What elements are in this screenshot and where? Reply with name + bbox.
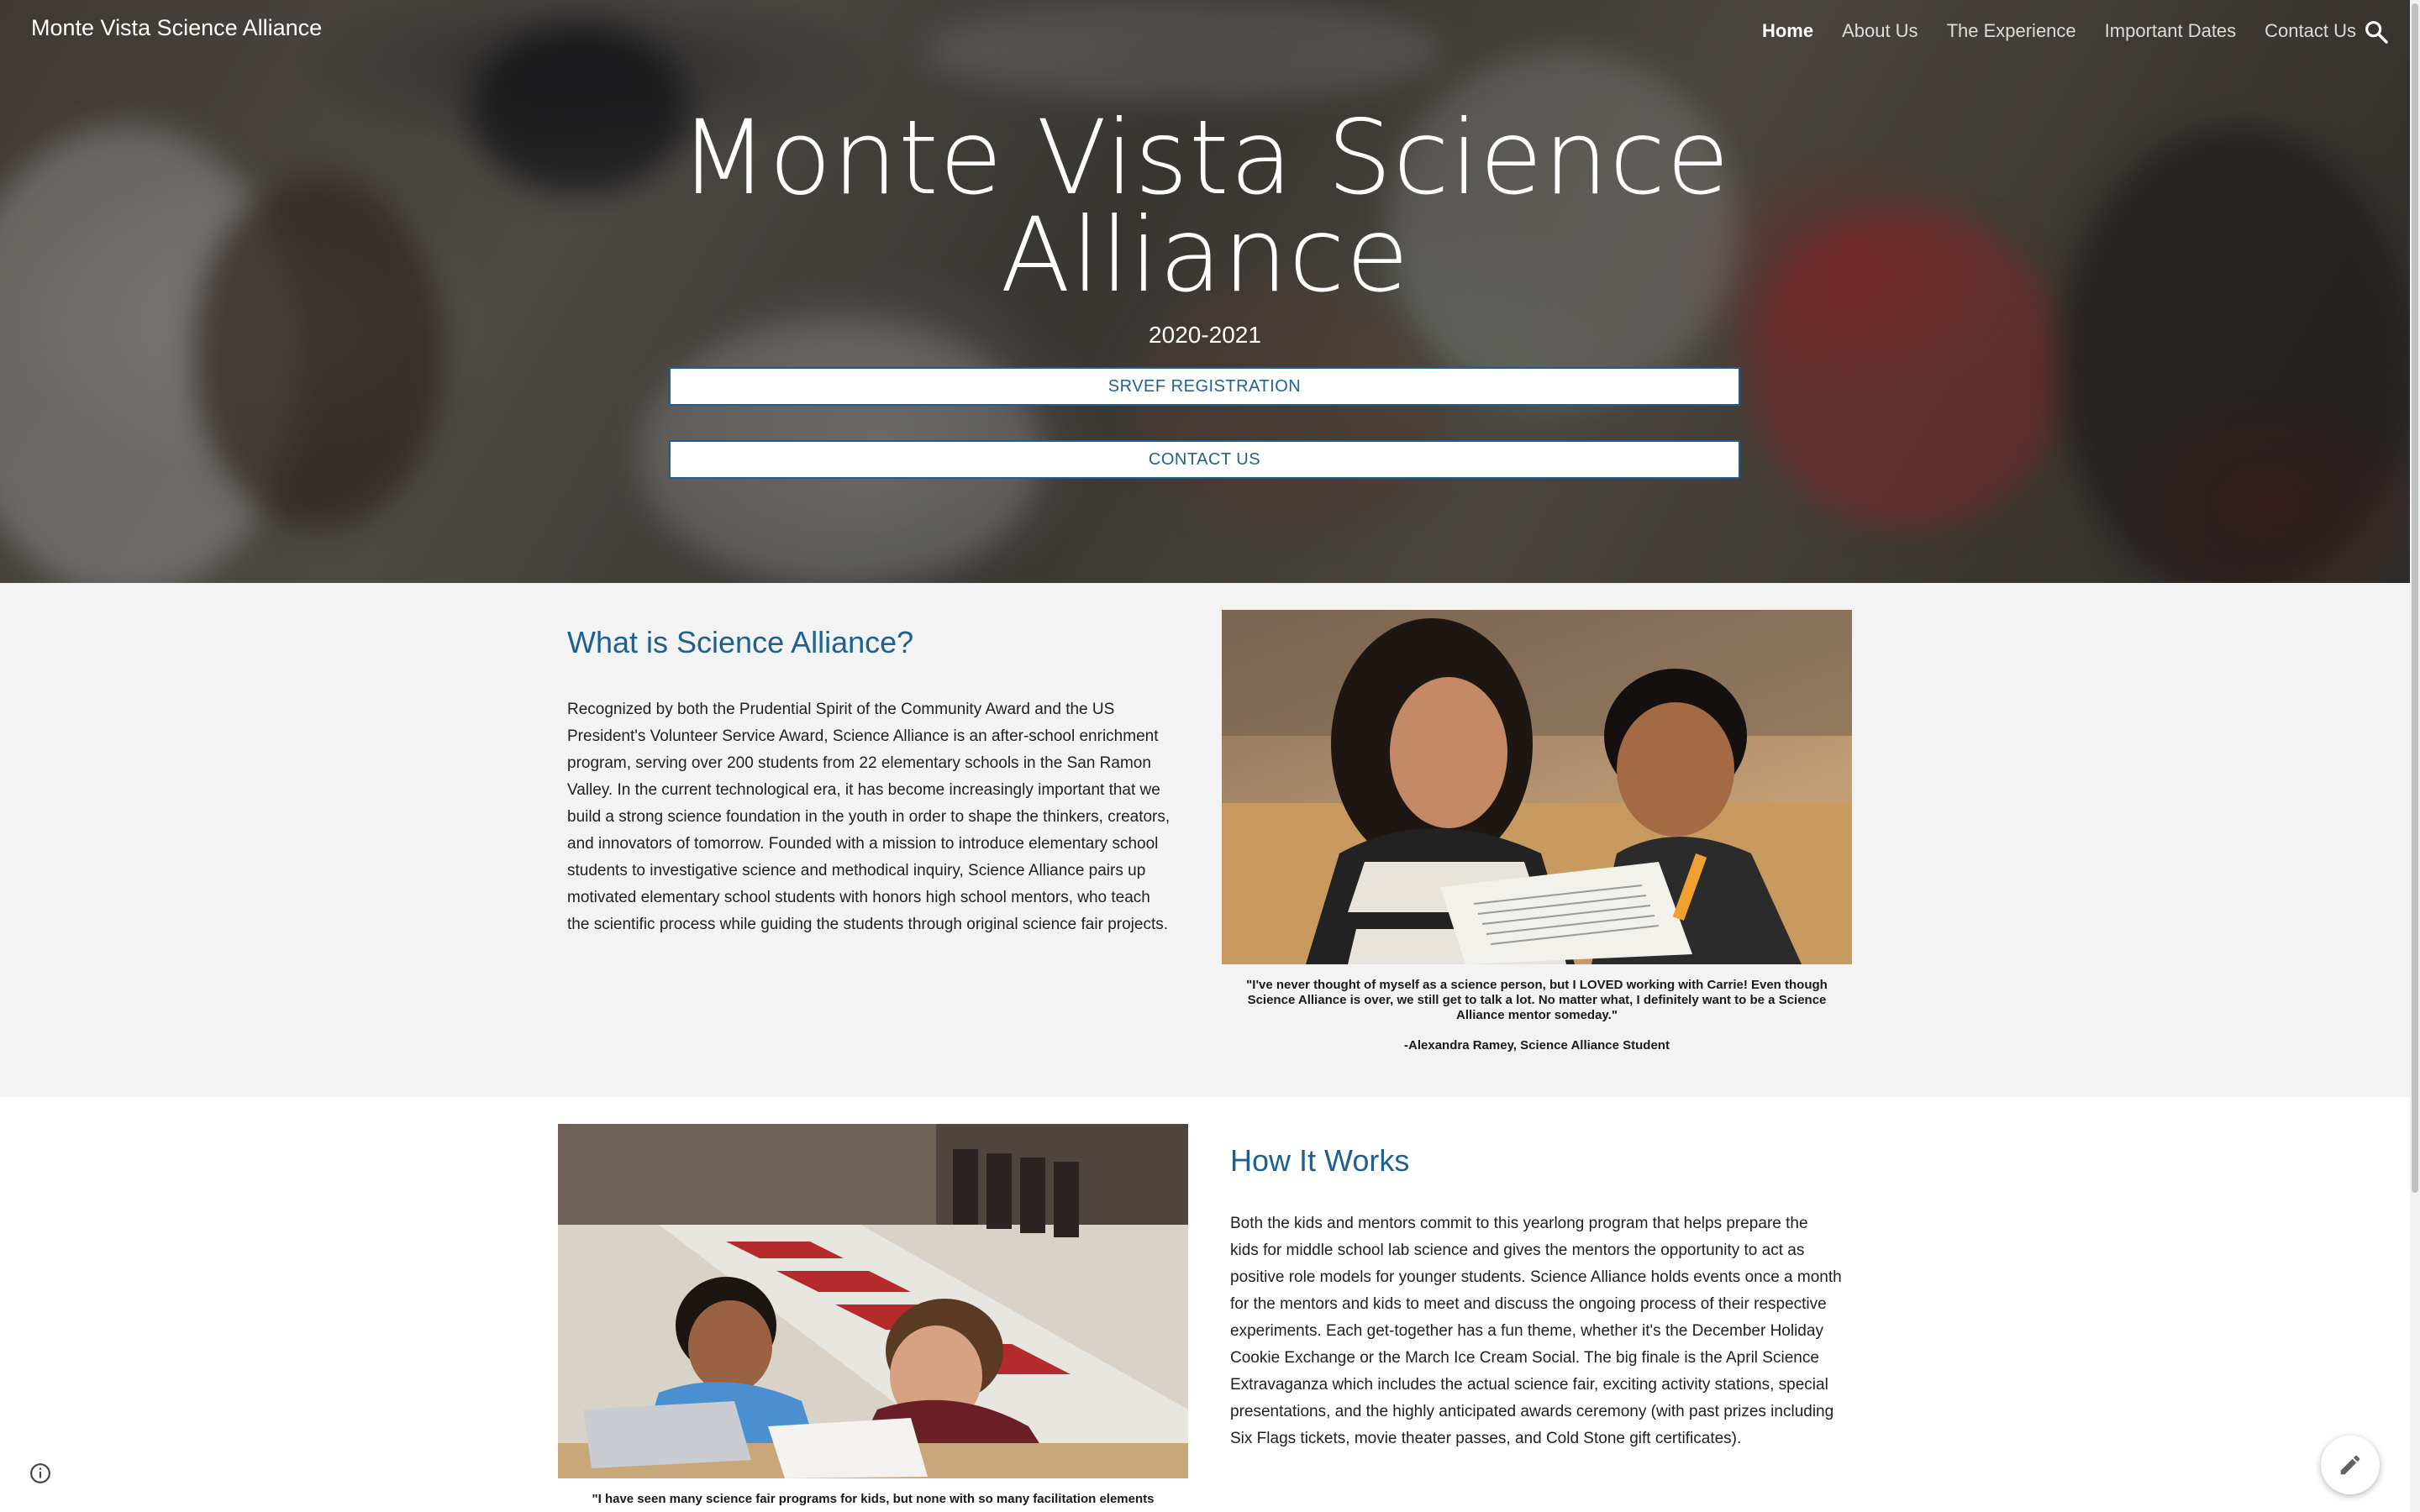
hero-title-line-2: Alliance bbox=[1000, 196, 1410, 315]
paragraph-line: build a strong science foundation in the… bbox=[567, 808, 1171, 826]
info-icon[interactable] bbox=[29, 1462, 51, 1484]
paragraph-line: President's Volunteer Service Award, Sci… bbox=[567, 727, 1159, 745]
hero-title-line-1: Monte Vista Science bbox=[679, 98, 1731, 218]
mentor-laptop-photo bbox=[558, 1124, 1188, 1478]
paragraph-line: Both the kids and mentors commit to this… bbox=[1230, 1215, 1808, 1232]
quote-line: Alliance mentor someday." bbox=[1456, 1008, 1618, 1022]
paragraph-line: experiments. Each get-together has a fun… bbox=[1230, 1322, 1823, 1340]
hero-subtitle: 2020-2021 bbox=[1149, 322, 1261, 348]
paragraph-line: Extravaganza which includes the actual s… bbox=[1230, 1376, 1828, 1394]
quote-line: "I've never thought of myself as a scien… bbox=[1246, 978, 1828, 992]
photo-illustration bbox=[1222, 610, 1852, 964]
contact-us-button[interactable]: CONTACT US bbox=[669, 440, 1740, 479]
main-nav: Home About Us The Experience Important D… bbox=[1733, 20, 2356, 42]
scrollbar-thumb[interactable] bbox=[2412, 3, 2418, 1193]
paragraph-line: the scientific process while guiding the… bbox=[567, 916, 1168, 933]
hero-content: Monte Vista Science Alliance Home About … bbox=[0, 0, 2410, 583]
how-it-works-heading: How It Works bbox=[1230, 1143, 1410, 1178]
quote-line: Science Alliance is over, we still get t… bbox=[1247, 993, 1827, 1007]
paragraph-line: Valley. In the current technological era… bbox=[567, 781, 1160, 799]
paragraph-line: presentations, and the highly anticipate… bbox=[1230, 1403, 1834, 1420]
what-is-quote-author: -Alexandra Ramey, Science Alliance Stude… bbox=[1404, 1038, 1670, 1053]
paragraph-line: positive role models for younger student… bbox=[1230, 1268, 1842, 1286]
what-is-heading: What is Science Alliance? bbox=[567, 625, 914, 659]
hero-title: Monte Vista Science Alliance bbox=[533, 98, 1877, 315]
hero-banner: Monte Vista Science Alliance Home About … bbox=[0, 0, 2410, 583]
how-it-works-quote: "I have seen many science fair programs … bbox=[592, 1492, 1155, 1506]
what-is-quote: "I've never thought of myself as a scien… bbox=[1222, 978, 1852, 1023]
pencil-icon bbox=[2340, 1455, 2360, 1475]
nav-item-important-dates[interactable]: Important Dates bbox=[2105, 20, 2237, 42]
photo-illustration bbox=[558, 1124, 1188, 1478]
site-title[interactable]: Monte Vista Science Alliance bbox=[31, 15, 322, 41]
mentor-student-photo bbox=[1222, 610, 1852, 964]
page-scrollbar[interactable] bbox=[2410, 0, 2420, 1512]
what-is-section: What is Science Alliance? Recognized by … bbox=[0, 583, 2410, 1097]
paragraph-line: students to investigative science and me… bbox=[567, 862, 1146, 879]
search-icon[interactable] bbox=[2363, 18, 2390, 45]
edit-button[interactable] bbox=[2321, 1436, 2380, 1494]
what-is-paragraph: Recognized by both the Prudential Spirit… bbox=[567, 696, 1189, 938]
paragraph-line: Cookie Exchange or the March Ice Cream S… bbox=[1230, 1349, 1819, 1367]
paragraph-line: motivated elementary school students wit… bbox=[567, 889, 1150, 906]
paragraph-line: Recognized by both the Prudential Spirit… bbox=[567, 701, 1115, 718]
how-it-works-paragraph: Both the kids and mentors commit to this… bbox=[1230, 1210, 1852, 1452]
nav-item-about-us[interactable]: About Us bbox=[1842, 20, 1918, 42]
how-it-works-section: "I have seen many science fair programs … bbox=[0, 1097, 2410, 1512]
paragraph-line: program, serving over 200 students from … bbox=[567, 754, 1151, 772]
srvef-registration-button[interactable]: SRVEF REGISTRATION bbox=[669, 367, 1740, 406]
nav-item-home[interactable]: Home bbox=[1762, 20, 1813, 42]
paragraph-line: kids for middle school lab science and g… bbox=[1230, 1242, 1805, 1259]
paragraph-line: for the mentors and kids to meet and dis… bbox=[1230, 1295, 1827, 1313]
nav-item-contact-us[interactable]: Contact Us bbox=[2265, 20, 2356, 42]
paragraph-line: and innovators of tomorrow. Founded with… bbox=[567, 835, 1159, 853]
nav-item-the-experience[interactable]: The Experience bbox=[1947, 20, 2076, 42]
paragraph-line: Six Flags tickets, movie theater passes,… bbox=[1230, 1430, 1742, 1447]
